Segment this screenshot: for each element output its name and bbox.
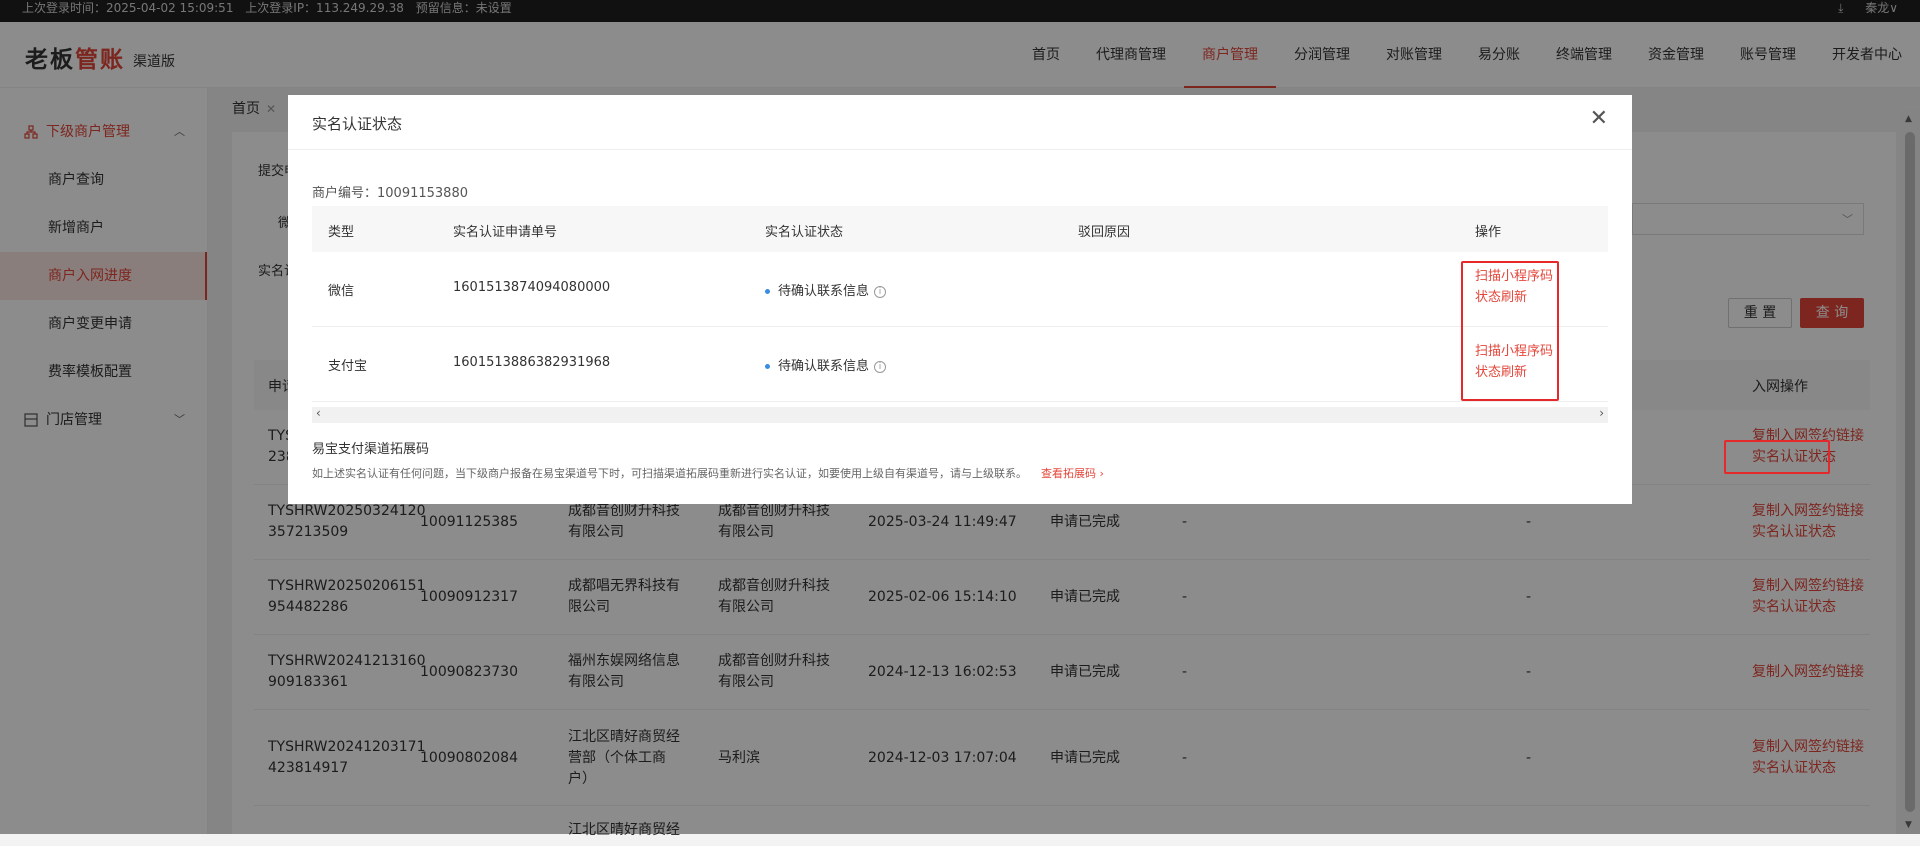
channel-note: 如上述实名认证有任何问题，当下级商户报备在易宝渠道号下时，可扫描渠道拓展码重新进… <box>312 465 1104 481</box>
info-icon[interactable]: i <box>874 285 887 298</box>
info-icon[interactable]: i <box>874 360 887 373</box>
col-status: 实名认证状态 <box>765 225 844 240</box>
type-cell: 支付宝 <box>328 359 368 374</box>
horizontal-scrollbar[interactable]: ‹ › <box>312 406 1608 423</box>
status-text: 待确认联系信息 <box>778 359 870 374</box>
status-dot <box>765 289 770 294</box>
modal-title: 实名认证状态 <box>312 115 403 133</box>
apply-no-cell: 1601513886382931968 <box>453 355 611 370</box>
realname-modal: 实名认证状态 ✕ 商户编号：10091153880 类型 实名认证申请单号 实名… <box>288 95 1632 504</box>
status-cell: 待确认联系信息 i <box>765 355 887 374</box>
close-icon[interactable]: ✕ <box>1590 107 1608 131</box>
table-row: 微信 1601513874094080000 待确认联系信息 i 扫描小程序码 状… <box>312 252 1608 327</box>
status-dot <box>765 364 770 369</box>
apply-no-cell: 1601513874094080000 <box>453 280 611 295</box>
col-apply-no: 实名认证申请单号 <box>453 225 558 240</box>
table-header: 类型 实名认证申请单号 实名认证状态 驳回原因 操作 <box>312 206 1608 252</box>
highlight-box <box>1724 440 1830 474</box>
note-text: 如上述实名认证有任何问题，当下级商户报备在易宝渠道号下时，可扫描渠道拓展码重新进… <box>312 467 1027 480</box>
divider <box>288 149 1632 150</box>
type-cell: 微信 <box>328 284 355 299</box>
highlight-box <box>1461 261 1559 401</box>
scroll-right-icon[interactable]: › <box>1599 406 1604 420</box>
table-row: 支付宝 1601513886382931968 待确认联系信息 i 扫描小程序码 … <box>312 327 1608 402</box>
col-type: 类型 <box>328 225 355 240</box>
col-ops: 操作 <box>1475 225 1502 240</box>
view-code-link[interactable]: 查看拓展码 › <box>1041 467 1104 480</box>
status-text: 待确认联系信息 <box>778 284 870 299</box>
col-reject-reason: 驳回原因 <box>1078 225 1131 240</box>
status-cell: 待确认联系信息 i <box>765 280 887 299</box>
channel-code-title: 易宝支付渠道拓展码 <box>312 442 430 457</box>
scroll-left-icon[interactable]: ‹ <box>316 406 321 420</box>
merchant-number: 商户编号：10091153880 <box>312 186 468 201</box>
